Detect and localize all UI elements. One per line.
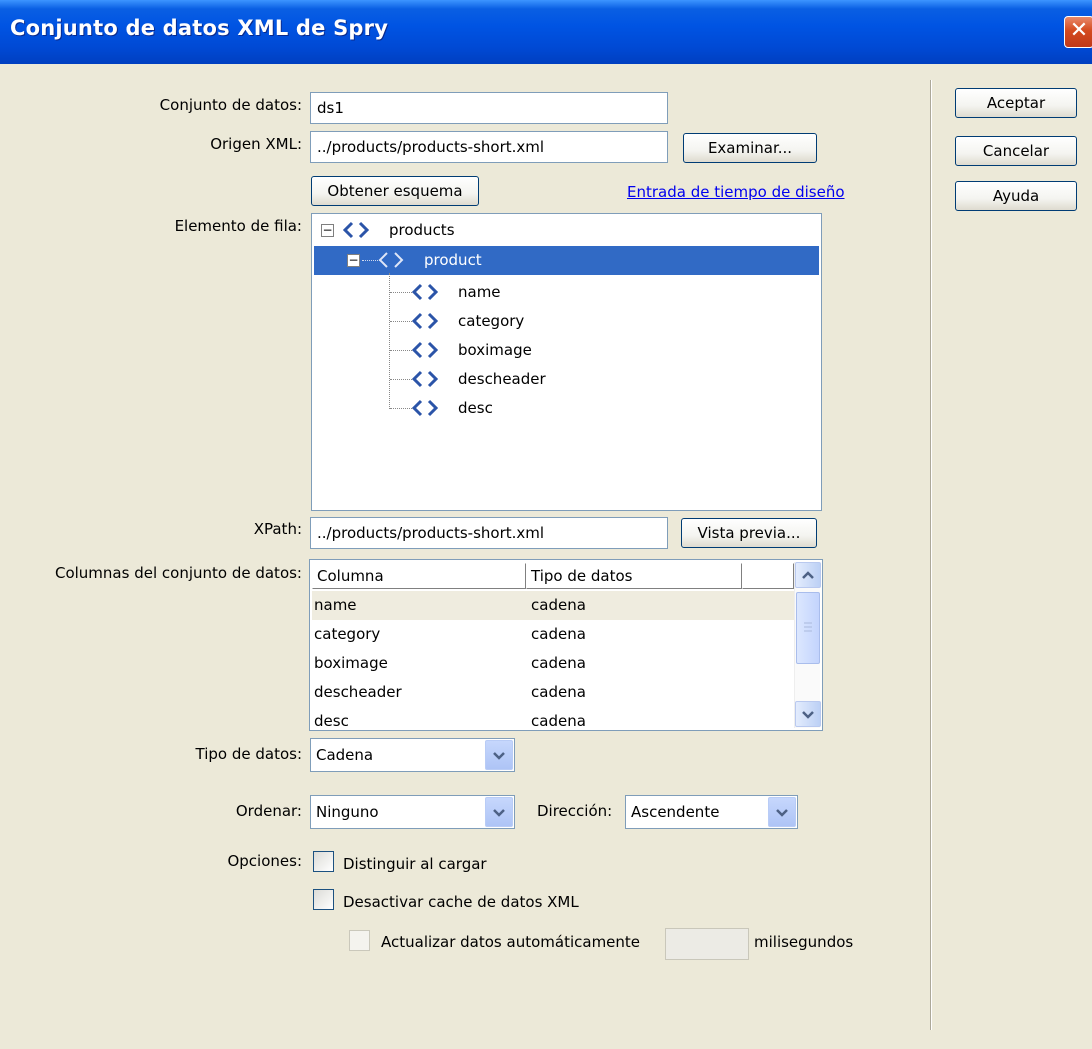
ok-button[interactable]: Aceptar [955,88,1077,118]
auto-refresh-label[interactable]: Actualizar datos automáticamente [381,933,640,951]
table-row[interactable]: desc cadena [312,707,795,730]
refresh-unit-label: milisegundos [754,933,854,951]
collapse-icon[interactable]: − [321,224,334,237]
design-time-link[interactable]: Entrada de tiempo de diseño [627,183,845,201]
tree-node-root[interactable]: products [389,216,455,245]
cancel-button[interactable]: Cancelar [955,136,1077,166]
dropdown-arrow-icon[interactable] [485,797,513,827]
sort-value: Ninguno [316,803,379,821]
divider [930,80,932,1030]
xml-tag-icon [343,221,369,239]
direction-label: Dirección: [537,802,613,820]
cell-data-type: cadena [531,654,586,672]
table-row[interactable]: boximage cadena [312,649,795,678]
close-icon[interactable]: ✕ [1064,16,1092,48]
row-element-tree[interactable]: − products − product name category boximag… [311,213,822,511]
tree-node-child[interactable]: boximage [458,336,532,365]
tree-connector [389,273,390,409]
data-type-select[interactable]: Cadena [310,738,515,772]
tree-node-child[interactable]: desc [458,394,493,423]
columns-label: Columnas del conjunto de datos: [54,564,302,582]
distinct-label[interactable]: Distinguir al cargar [343,855,487,873]
dataset-label: Conjunto de datos: [159,96,302,114]
help-button[interactable]: Ayuda [955,181,1077,211]
xpath-input[interactable]: ../products/products-short.xml [310,517,668,549]
sort-select[interactable]: Ninguno [310,795,515,829]
grid-header-filler [742,563,794,589]
title-bar: Conjunto de datos XML de Spry ✕ [0,0,1092,64]
cell-column-name: category [314,625,381,643]
table-row[interactable]: descheader cadena [312,678,795,707]
tree-connector [390,321,412,322]
data-type-value: Cadena [316,746,374,764]
tree-connector [390,379,412,380]
distinct-checkbox[interactable] [313,851,334,872]
cell-data-type: cadena [531,683,586,701]
tree-node-child[interactable]: category [458,307,524,336]
xml-tag-icon [411,341,439,359]
xpath-label: XPath: [253,520,302,538]
xml-source-label: Origen XML: [210,135,302,153]
dropdown-arrow-icon[interactable] [768,797,796,827]
grid-scrollbar[interactable] [794,562,821,728]
tree-node-selected[interactable]: product [424,246,482,275]
direction-value: Ascendente [631,803,720,821]
tree-node-child[interactable]: descheader [458,365,546,394]
dropdown-arrow-icon[interactable] [485,740,513,770]
scroll-down-icon[interactable] [795,701,821,727]
sort-label: Ordenar: [235,802,302,820]
row-element-label: Elemento de fila: [174,217,302,235]
table-row[interactable]: name cadena [312,591,795,620]
cell-data-type: cadena [531,625,586,643]
cell-column-name: descheader [314,683,402,701]
preview-button[interactable]: Vista previa... [681,518,817,548]
refresh-interval-input[interactable] [665,928,749,960]
tree-connector [390,408,412,409]
data-type-label: Tipo de datos: [195,745,303,763]
cell-column-name: name [314,596,357,614]
columns-grid[interactable]: Columna Tipo de datos name cadena category… [309,559,823,731]
disable-cache-checkbox[interactable] [313,889,334,910]
auto-refresh-checkbox[interactable] [349,930,370,951]
xml-tag-icon [378,252,404,268]
browse-button[interactable]: Examinar... [683,133,817,163]
options-label: Opciones: [227,852,302,870]
tree-connector [390,292,412,293]
xml-tag-icon [411,312,439,330]
dataset-input[interactable]: ds1 [310,92,668,124]
cell-data-type: cadena [531,712,586,730]
xml-source-input[interactable]: ../products/products-short.xml [310,131,668,163]
get-schema-button[interactable]: Obtener esquema [311,176,479,206]
cell-data-type: cadena [531,596,586,614]
grid-header-type[interactable]: Tipo de datos [526,563,742,589]
disable-cache-label[interactable]: Desactivar cache de datos XML [343,893,579,911]
direction-select[interactable]: Ascendente [625,795,798,829]
table-row[interactable]: category cadena [312,620,795,649]
xml-tag-icon [411,370,439,388]
xml-tag-icon [411,283,439,301]
cell-column-name: boximage [314,654,388,672]
cell-column-name: desc [314,712,349,730]
collapse-icon[interactable]: − [347,254,360,267]
tree-connector [390,350,412,351]
xml-tag-icon [411,399,439,417]
scroll-thumb[interactable] [796,592,820,664]
scroll-up-icon[interactable] [795,562,821,588]
window-title: Conjunto de datos XML de Spry [10,16,389,40]
grid-header-column[interactable]: Columna [312,563,526,589]
tree-node-child[interactable]: name [458,278,501,307]
